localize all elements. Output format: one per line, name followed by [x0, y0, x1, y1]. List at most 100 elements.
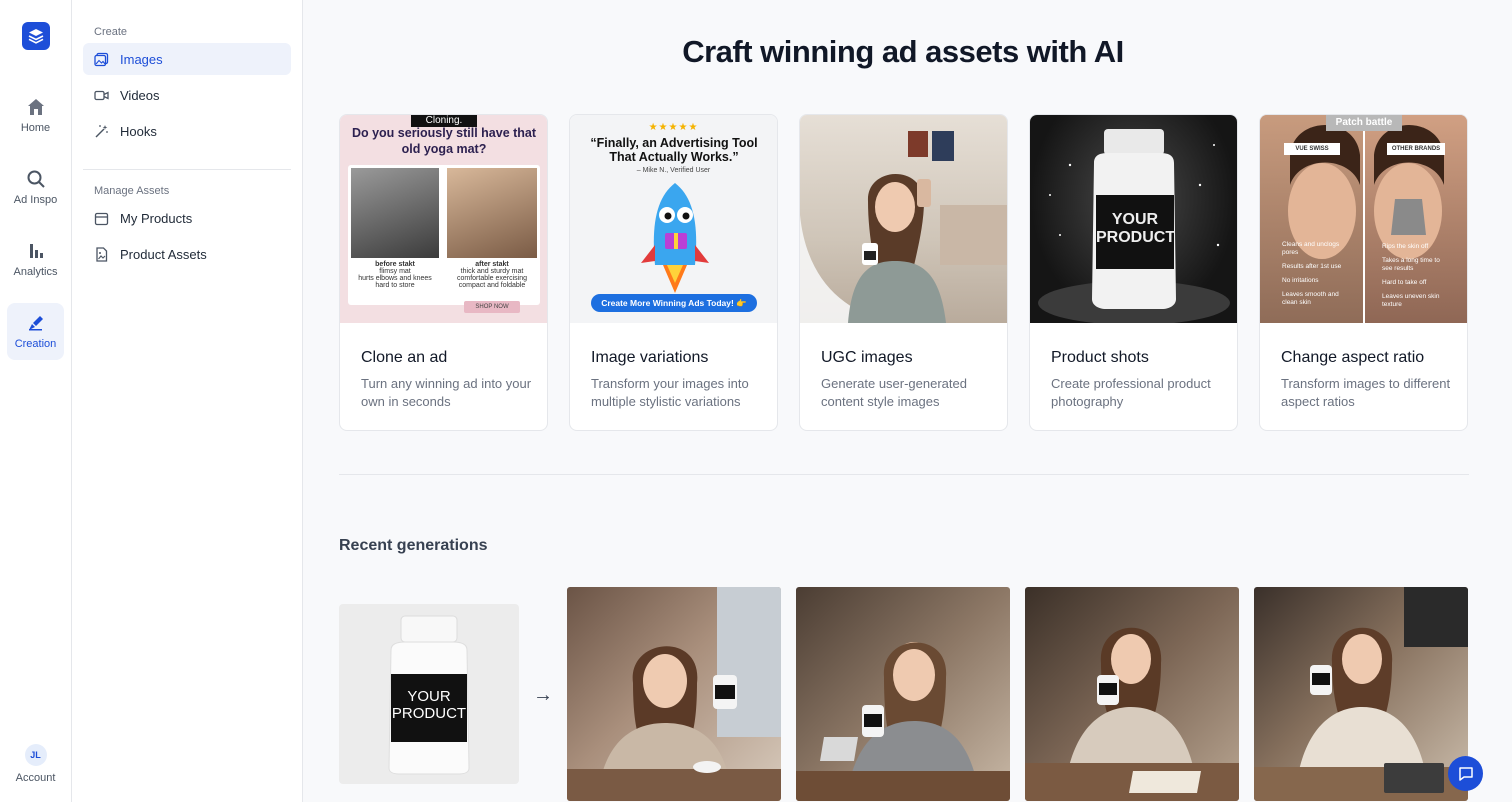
- app-logo-icon[interactable]: [22, 22, 50, 50]
- main-content: Craft winning ad assets with AI Cloning.…: [303, 0, 1512, 802]
- magic-wand-icon: [95, 124, 108, 137]
- card-image-variations[interactable]: ★★★★★ “Finally, an Advertising Tool That…: [569, 114, 778, 431]
- rail-label: Home: [20, 122, 51, 134]
- before-caption: before stakt: [375, 261, 415, 268]
- card-clone-an-ad[interactable]: Cloning. Do you seriously still have tha…: [339, 114, 548, 431]
- card-title: Image variations: [591, 349, 709, 366]
- before-point: hurts elbows and knees: [358, 275, 432, 282]
- card-description: Create professional product photography: [1051, 376, 1211, 409]
- product-label: YOUR PRODUCT: [1096, 211, 1176, 246]
- rail-item-home[interactable]: Home: [7, 87, 64, 144]
- thumb-heading: Do you seriously still have that old yog…: [351, 126, 537, 156]
- card-description: Transform your images into multiple styl…: [591, 376, 749, 409]
- sidebar-item-images[interactable]: Images: [83, 43, 291, 75]
- card-change-aspect-ratio[interactable]: Patch battle VUE SWISS OTHER BRANDS Clea…: [1259, 114, 1468, 431]
- before-point: hard to store: [375, 282, 415, 289]
- rail-item-analytics[interactable]: Analytics: [7, 231, 64, 288]
- after-caption: after stakt: [475, 261, 509, 268]
- sidebar-item-label: Images: [120, 51, 163, 67]
- card-product-shots[interactable]: YOUR PRODUCT Product shots Create profes…: [1029, 114, 1238, 431]
- sidebar-item-label: Hooks: [120, 123, 157, 139]
- rail-label: Ad Inspo: [13, 194, 58, 206]
- card-description: Turn any winning ad into your own in sec…: [361, 376, 532, 409]
- primary-rail: Home Ad Inspo Analytics Creation JL Acco…: [0, 0, 72, 802]
- chat-icon: [1458, 766, 1473, 781]
- card-thumbnail: ★★★★★ “Finally, an Advertising Tool That…: [570, 115, 777, 323]
- thumb-cta: Create More Winning Ads Today! 👉: [591, 294, 757, 312]
- after-photo: [447, 168, 537, 258]
- after-point: compact and foldable: [458, 282, 526, 289]
- left-point: Results after 1st use: [1282, 263, 1342, 270]
- rail-item-ad-inspo[interactable]: Ad Inspo: [7, 159, 64, 216]
- sidebar-divider: [83, 169, 291, 170]
- image-icon: [94, 52, 109, 66]
- page-title: Craft winning ad assets with AI: [682, 34, 1124, 69]
- generation-thumbnail[interactable]: [1254, 587, 1468, 801]
- secondary-sidebar: Create Images Videos Hooks Manage Assets…: [72, 0, 303, 802]
- card-description: Generate user-generated content style im…: [821, 376, 967, 409]
- card-thumbnail: [800, 115, 1007, 323]
- account-label: Account: [15, 772, 56, 784]
- section-divider: [339, 474, 1469, 475]
- ugc-photo: [800, 115, 946, 323]
- sidebar-item-hooks[interactable]: Hooks: [83, 115, 291, 147]
- source-product-image[interactable]: YOUR PRODUCT: [339, 604, 519, 784]
- generated-photo: [567, 587, 781, 801]
- left-point: No irritations: [1282, 277, 1319, 284]
- account-button[interactable]: JL Account: [7, 744, 64, 792]
- sidebar-item-label: Product Assets: [120, 246, 207, 262]
- sidebar-item-product-assets[interactable]: Product Assets: [83, 238, 291, 270]
- box-icon: [94, 212, 109, 225]
- create-heading: Create: [94, 26, 128, 38]
- sidebar-item-videos[interactable]: Videos: [83, 79, 291, 111]
- card-thumbnail: Patch battle VUE SWISS OTHER BRANDS Clea…: [1260, 115, 1467, 323]
- source-product-label: YOUR PRODUCT: [391, 688, 467, 722]
- generation-thumbnail[interactable]: [796, 587, 1010, 801]
- rating-stars: ★★★★★: [648, 122, 699, 133]
- left-point: Leaves smooth and clean skin: [1282, 291, 1339, 306]
- generated-photo: [796, 642, 1010, 801]
- bar-chart-icon: [29, 244, 43, 258]
- sidebar-item-label: Videos: [120, 87, 160, 103]
- rail-item-creation[interactable]: Creation: [7, 303, 64, 360]
- generation-thumbnail[interactable]: [567, 587, 781, 801]
- card-ugc-images[interactable]: UGC images Generate user-generated conte…: [799, 114, 1008, 431]
- video-icon: [94, 90, 109, 100]
- generated-photo: [1025, 627, 1239, 801]
- generated-photo: [1254, 587, 1468, 801]
- file-image-icon: [96, 246, 108, 262]
- right-point: Leaves uneven skin texture: [1382, 293, 1440, 308]
- recent-generations-title: Recent generations: [339, 537, 488, 554]
- card-title: Clone an ad: [361, 349, 448, 366]
- search-icon: [27, 170, 45, 188]
- card-thumbnail: YOUR PRODUCT: [1030, 115, 1237, 323]
- before-photo: [351, 168, 439, 258]
- right-point: Takes a long time to see results: [1382, 257, 1440, 272]
- sidebar-item-my-products[interactable]: My Products: [83, 202, 291, 234]
- rocket-mascot-icon: [641, 183, 709, 293]
- avatar: JL: [24, 744, 47, 766]
- rail-label: Analytics: [13, 266, 58, 278]
- generation-thumbnail[interactable]: [1025, 587, 1239, 801]
- card-title: UGC images: [821, 349, 913, 366]
- left-point: Cleans and unclogs pores: [1282, 241, 1340, 256]
- before-point: flimsy mat: [379, 268, 411, 275]
- card-title: Product shots: [1051, 349, 1149, 366]
- right-point: Hard to take off: [1382, 279, 1427, 286]
- chat-support-button[interactable]: [1448, 756, 1483, 791]
- after-point: comfortable exercising: [456, 275, 528, 282]
- home-icon: [27, 99, 44, 115]
- brush-icon: [28, 316, 43, 331]
- testimonial-quote: “Finally, an Advertising Tool That Actua…: [590, 136, 758, 164]
- patch-battle-badge: Patch battle: [1326, 115, 1402, 131]
- right-brand-label: OTHER BRANDS: [1387, 143, 1445, 155]
- manage-assets-heading: Manage Assets: [94, 185, 170, 197]
- card-title: Change aspect ratio: [1281, 349, 1425, 366]
- shop-now-badge: SHOP NOW: [464, 301, 520, 313]
- testimonial-attribution: – Mike N., Verified User: [636, 167, 711, 174]
- card-description: Transform images to different aspect rat…: [1281, 376, 1451, 409]
- sidebar-item-label: My Products: [120, 210, 193, 226]
- rail-label: Creation: [14, 338, 57, 350]
- arrow-right-icon: →: [533, 684, 553, 706]
- after-point: thick and sturdy mat: [460, 268, 524, 275]
